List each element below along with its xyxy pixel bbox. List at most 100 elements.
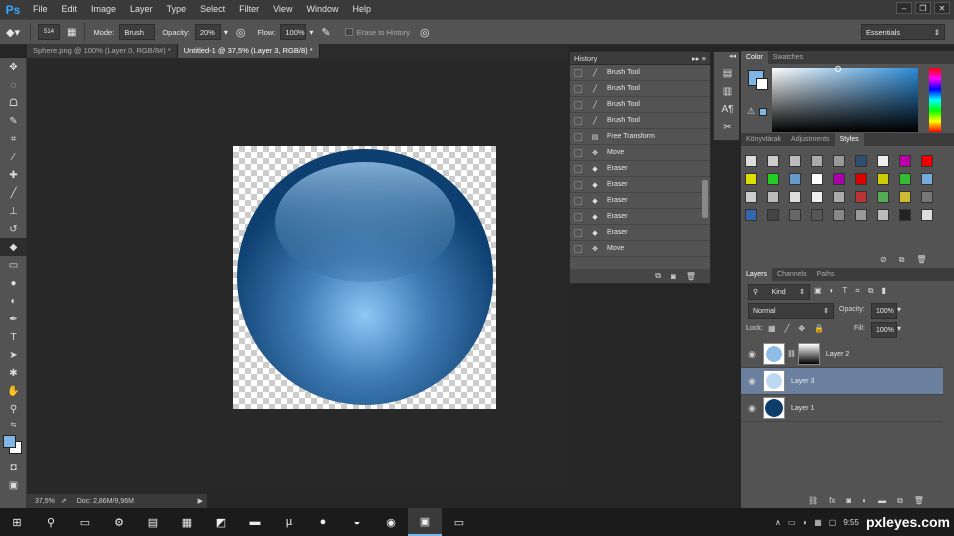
screen-mode-icon[interactable]: ▣ [0, 476, 27, 494]
style-swatch[interactable] [833, 155, 845, 167]
blend-mode-select[interactable]: Normal ⇕ [748, 303, 834, 319]
quick-mask-icon[interactable]: ◘ [0, 458, 27, 476]
dropdown-icon[interactable]: ▾ [897, 305, 901, 314]
clock-time[interactable]: 9:55 [843, 518, 859, 527]
style-swatch[interactable] [745, 209, 757, 221]
snapshot-checkbox[interactable] [574, 244, 582, 253]
menu-view[interactable]: View [266, 0, 299, 19]
style-swatch[interactable] [877, 155, 889, 167]
type-filter-icon[interactable]: T [842, 286, 847, 296]
airbrush-icon[interactable]: ✎ [321, 26, 330, 39]
task-view-icon[interactable]: ▭ [68, 508, 102, 536]
app-icon-swirl[interactable]: ◒ [340, 508, 374, 536]
pressure-size-icon[interactable]: ◎ [420, 26, 430, 39]
delete-state-icon[interactable]: 🗑 [686, 272, 696, 281]
lock-image-icon[interactable]: ╱ [785, 324, 790, 333]
menu-edit[interactable]: Edit [55, 0, 85, 19]
history-item[interactable]: ╱ Brush Tool [570, 97, 710, 113]
eyedropper-tool-icon[interactable]: ⁄ [0, 148, 27, 166]
history-scrollbar[interactable] [702, 180, 708, 218]
style-swatch[interactable] [899, 191, 911, 203]
layer-name[interactable]: Layer 1 [791, 405, 814, 412]
layer-name[interactable]: Layer 2 [826, 351, 849, 358]
menu-filter[interactable]: Filter [232, 0, 266, 19]
dropdown-icon[interactable]: ▾ [309, 28, 313, 37]
snapshot-checkbox[interactable] [574, 212, 582, 221]
adjustment-filter-icon[interactable]: ◐ [830, 286, 835, 296]
fill-input[interactable]: 100% [871, 322, 897, 338]
style-swatch[interactable] [789, 209, 801, 221]
style-swatch[interactable] [921, 209, 933, 221]
style-swatch[interactable] [855, 155, 867, 167]
brush-panel-icon[interactable]: ▦ [67, 27, 76, 38]
file-explorer-icon[interactable]: ▬ [238, 508, 272, 536]
lock-transparent-icon[interactable]: ▦ [768, 324, 776, 333]
style-swatch[interactable] [745, 155, 757, 167]
character-panel-icon[interactable]: A¶ [714, 100, 741, 118]
style-swatch[interactable] [811, 173, 823, 185]
keyboard-icon[interactable]: ▦ [814, 518, 822, 527]
eraser-preset-icon[interactable]: ◆▾ [0, 26, 26, 39]
adjustment-layer-icon[interactable]: ◐ [862, 496, 867, 506]
panel-menu-icon[interactable]: ▸▸ ≡ [692, 54, 706, 63]
history-panel-icon[interactable]: ▤ [714, 64, 741, 82]
style-swatch[interactable] [789, 191, 801, 203]
history-item[interactable]: ╱ Brush Tool [570, 113, 710, 129]
speaker-icon[interactable]: ◖ [802, 518, 807, 527]
dodge-tool-icon[interactable]: ◐ [0, 292, 27, 310]
style-swatch[interactable] [899, 173, 911, 185]
app-icon-sphere[interactable]: ● [306, 508, 340, 536]
color-spectrum[interactable] [772, 68, 918, 132]
snapshot-checkbox[interactable] [574, 196, 582, 205]
history-item[interactable]: ◆ Eraser [570, 193, 710, 209]
style-swatch[interactable] [855, 173, 867, 185]
style-swatch[interactable] [767, 209, 779, 221]
delete-style-icon[interactable]: 🗑 [916, 255, 926, 265]
app-icon-pen[interactable]: ◩ [204, 508, 238, 536]
history-item[interactable]: ╱ Brush Tool [570, 81, 710, 97]
mode-select[interactable]: Brush [119, 24, 156, 40]
hand-tool-icon[interactable]: ✋ [0, 382, 27, 400]
filter-toggle-icon[interactable]: ▮ [882, 286, 886, 296]
flow-input[interactable]: 100% [280, 24, 307, 40]
color-picker-marker[interactable] [835, 66, 841, 72]
status-menu-arrow-icon[interactable]: ▶ [198, 497, 203, 505]
pressure-opacity-icon[interactable]: ◎ [236, 26, 246, 39]
tab-color[interactable]: Color [741, 51, 768, 64]
move-tool-icon[interactable]: ✥ [0, 58, 27, 76]
gradient-tool-icon[interactable]: ▭ [0, 256, 27, 274]
network-icon[interactable]: ▭ [788, 518, 796, 527]
new-style-icon[interactable]: ⧉ [899, 255, 905, 265]
layer-opacity-input[interactable]: 100% [871, 303, 897, 319]
zoom-level[interactable]: 37,5% [35, 498, 55, 505]
snapshot-checkbox[interactable] [574, 180, 582, 189]
style-swatch[interactable] [767, 173, 779, 185]
style-swatch[interactable] [767, 191, 779, 203]
style-swatch[interactable] [921, 173, 933, 185]
snapshot-checkbox[interactable] [574, 68, 582, 77]
layer-row[interactable]: ◉ Layer 1 [741, 395, 943, 422]
tab-channels[interactable]: Channels [772, 268, 812, 281]
lock-all-icon[interactable]: 🔒 [814, 324, 824, 333]
history-item[interactable]: ◆ Eraser [570, 209, 710, 225]
tab-untitled[interactable]: Untitled-1 @ 37,5% (Layer 3, RGB/8) * [177, 44, 320, 58]
snapshot-checkbox[interactable] [574, 116, 582, 125]
tab-adjustments[interactable]: Adjustments [786, 133, 835, 146]
style-swatch[interactable] [921, 155, 933, 167]
chrome-icon[interactable]: ◉ [374, 508, 408, 536]
notification-icon[interactable]: ▢ [829, 518, 837, 527]
zoom-tool-icon[interactable]: ⚲ [0, 400, 27, 418]
tab-sphere[interactable]: Sphere.png @ 100% (Layer 0, RGB/8#) * [27, 44, 178, 58]
clear-style-icon[interactable]: ⊘ [880, 255, 887, 265]
photoshop-taskbar-icon[interactable]: ▣ [408, 508, 442, 536]
history-title[interactable]: History [574, 54, 597, 63]
snapshot-checkbox[interactable] [574, 84, 582, 93]
style-swatch[interactable] [833, 191, 845, 203]
erase-history-checkbox[interactable] [344, 28, 353, 36]
menu-file[interactable]: File [26, 0, 55, 19]
layer-row[interactable]: ◉ ⛓ Layer 2 [741, 341, 943, 368]
style-swatch[interactable] [899, 209, 911, 221]
utorrent-icon[interactable]: µ [272, 508, 306, 536]
brush-size-picker[interactable]: 514 [38, 24, 60, 40]
layer-name[interactable]: Layer 3 [791, 378, 814, 385]
